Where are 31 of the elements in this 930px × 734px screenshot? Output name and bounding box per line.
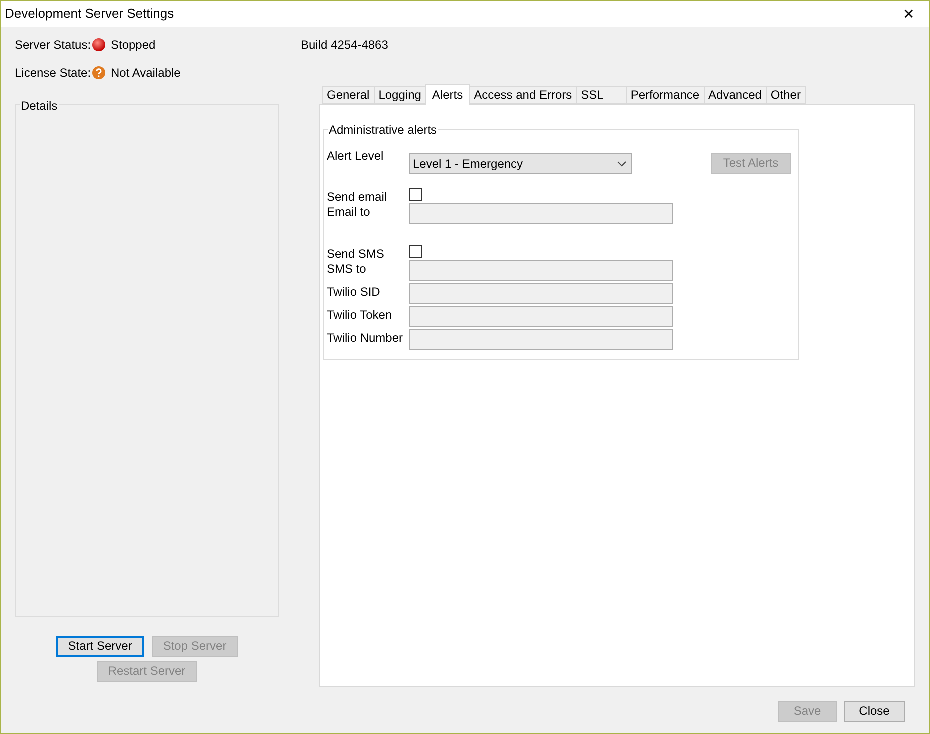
tab[interactable]: General	[322, 86, 374, 104]
server-button[interactable]: Start Server	[56, 636, 144, 657]
status-label: Server Status:	[15, 37, 92, 54]
tab[interactable]: Alerts	[425, 84, 470, 105]
field-label: Send email	[327, 189, 388, 206]
tab[interactable]: Performance	[626, 86, 704, 104]
tab[interactable]: Access and Errors	[470, 86, 576, 104]
window-title: Development Server Settings	[5, 5, 174, 24]
tab[interactable]: Advanced	[704, 86, 766, 104]
caret-icon	[617, 160, 627, 166]
field-label: Send SMS	[327, 246, 386, 263]
error-icon	[92, 38, 106, 52]
status-value: Stopped	[111, 37, 156, 54]
field-label: Twilio Number	[327, 330, 404, 347]
question-icon	[92, 66, 106, 80]
field-label: Twilio SID	[327, 284, 382, 301]
alert-level-dropdown[interactable]: Level 1 - Emergency	[409, 153, 632, 174]
tab[interactable]: Other	[766, 86, 806, 104]
close-button[interactable]: ✕	[889, 1, 929, 27]
tab[interactable]: SSL	[576, 86, 626, 104]
build-label: Build 4254-4863	[301, 37, 390, 54]
status-label: License State:	[15, 65, 92, 82]
field-label: Twilio Token	[327, 307, 394, 324]
field-label: Alert Level	[327, 148, 385, 165]
status-value: Not Available	[111, 65, 181, 82]
checkbox[interactable]	[409, 245, 422, 258]
field-label: Email to	[327, 204, 372, 221]
checkbox[interactable]	[409, 188, 422, 201]
footer-button[interactable]: Close	[844, 700, 905, 722]
tab[interactable]: Logging	[374, 86, 426, 104]
field-label: SMS to	[327, 261, 368, 278]
